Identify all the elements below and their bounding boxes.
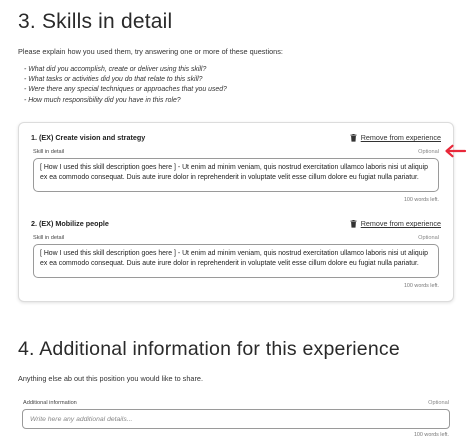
remove-label: Remove from experience [360, 133, 441, 142]
section-4-heading: 4. Additional information for this exper… [18, 338, 400, 360]
additional-info-optional-label: Optional [428, 400, 449, 406]
skill-1-word-counter: 100 words left. [403, 197, 439, 203]
remove-label: Remove from experience [360, 219, 441, 228]
question-item: - What did you accomplish, create or del… [24, 66, 207, 73]
skill-2-word-counter: 100 words left. [403, 283, 439, 289]
arrow-left-icon [445, 144, 467, 158]
section-3-heading: 3. Skills in detail [18, 10, 173, 33]
skill-2-optional-label: Optional [418, 235, 439, 241]
skill-2-field-label: Skill in detail [33, 235, 65, 241]
skill-2-title: 2. (EX) Mobilize people [31, 219, 109, 228]
remove-skill-2-button[interactable]: Remove from experience [350, 219, 441, 228]
trash-icon [350, 133, 357, 142]
skill-1-field-label: Skill in detail [33, 149, 65, 155]
question-item: - How much responsibility did you have i… [24, 96, 181, 104]
additional-info-label: Additional information [23, 400, 77, 406]
section-4-intro: Anything else ab out this position you w… [18, 374, 203, 383]
question-item: - Were there any special techniques or a… [24, 86, 227, 94]
skill-1-textarea[interactable]: [ How I used this skill description goes… [33, 158, 439, 192]
guiding-questions-list: - What did you accomplish, create or del… [24, 65, 227, 106]
skill-1-optional-label: Optional [418, 149, 439, 155]
trash-icon [350, 219, 357, 228]
additional-info-word-counter: 100 words left. [413, 432, 449, 438]
skills-card: 1. (EX) Create vision and strategy Remov… [18, 122, 454, 302]
remove-skill-1-button[interactable]: Remove from experience [350, 133, 441, 142]
skill-2-textarea[interactable]: [ How I used this skill description goes… [33, 244, 439, 278]
section-3-intro: Please explain how you used them, try an… [18, 47, 283, 56]
question-item: - What tasks or activities did you do th… [24, 76, 203, 84]
skill-1-title: 1. (EX) Create vision and strategy [31, 133, 146, 142]
additional-info-input[interactable] [22, 409, 450, 429]
